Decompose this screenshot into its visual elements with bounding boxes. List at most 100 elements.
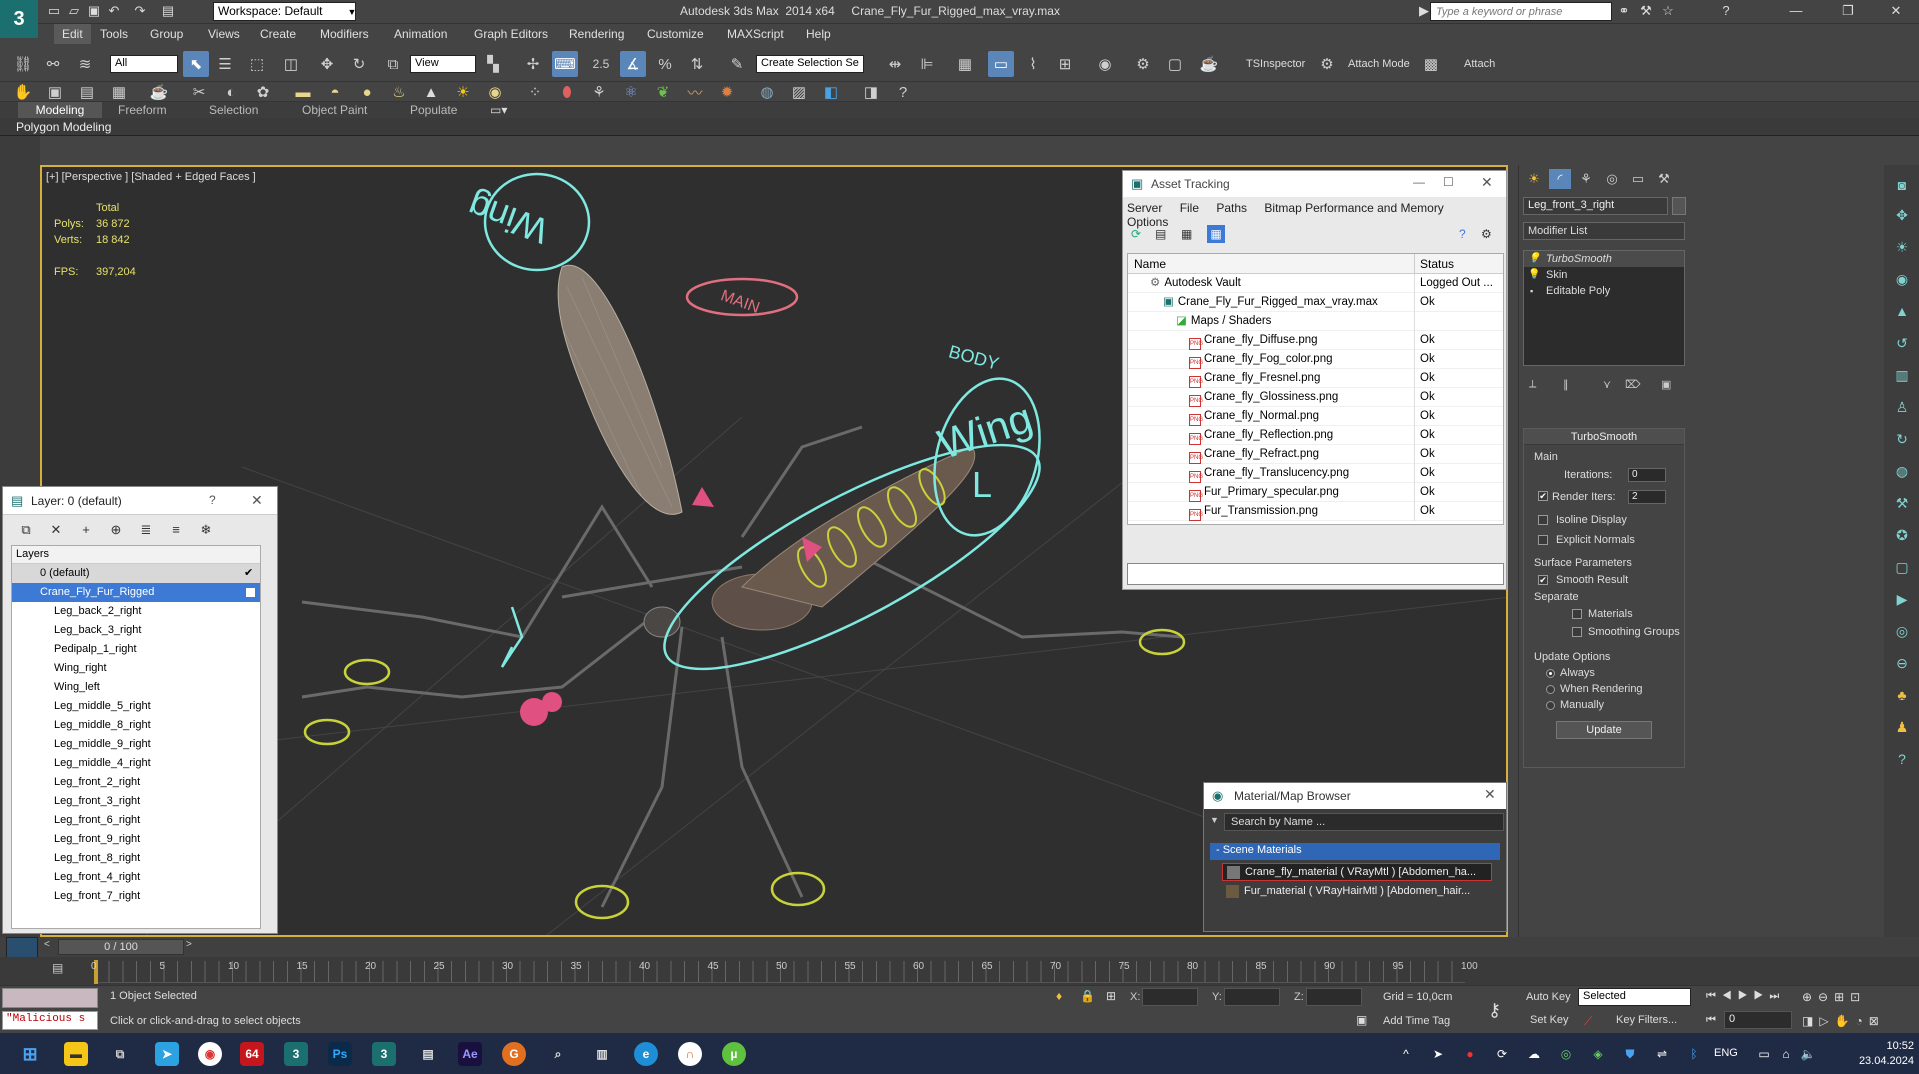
asset-row[interactable]: PNGCrane_fly_Reflection.png Ok bbox=[1128, 426, 1503, 445]
tray-shield-icon[interactable]: ⛊ bbox=[1622, 1046, 1638, 1062]
asset-row[interactable]: PNGCrane_fly_Translucency.png Ok bbox=[1128, 464, 1503, 483]
pan-icon[interactable]: ▲ bbox=[1892, 301, 1912, 321]
tree-icon[interactable]: ♣ bbox=[1892, 685, 1912, 705]
update-button[interactable]: Update bbox=[1556, 721, 1652, 739]
redo-icon[interactable]: ↷ bbox=[132, 3, 148, 19]
layer-child-row[interactable]: ⚙Leg_front_8_right bbox=[12, 849, 260, 868]
transform-icon[interactable]: ✥ bbox=[1892, 205, 1912, 225]
smooth-result-checkbox[interactable]: ✔ bbox=[1538, 575, 1548, 585]
chevron-down-icon[interactable]: ▼ bbox=[344, 4, 360, 20]
options-chevron-icon[interactable]: ▼ bbox=[1210, 815, 1219, 825]
material-editor-icon[interactable]: ◉ bbox=[1092, 51, 1118, 77]
menu-customize[interactable]: Customize bbox=[647, 27, 704, 41]
menu-group[interactable]: Group bbox=[150, 27, 183, 41]
refresh-icon[interactable]: ⟳ bbox=[1131, 227, 1141, 241]
tray-network-icon[interactable]: ⌂ bbox=[1778, 1046, 1794, 1062]
spinner-snap-icon[interactable]: ⇅ bbox=[684, 51, 710, 77]
curve-editor-icon[interactable]: ⌇ bbox=[1020, 51, 1046, 77]
close-icon[interactable]: ✕ bbox=[1481, 174, 1493, 191]
display-tab-icon[interactable]: ▭ bbox=[1627, 169, 1649, 189]
explicit-normals-checkbox[interactable] bbox=[1538, 535, 1548, 545]
key-icon[interactable]: ⚷ bbox=[1488, 1000, 1501, 1021]
3dsmax-active-icon[interactable]: 3 bbox=[372, 1042, 396, 1066]
select-in-layer-icon[interactable]: ⊕ bbox=[107, 521, 125, 539]
menu-file[interactable]: File bbox=[1180, 201, 1199, 215]
new-file-icon[interactable]: ▭ bbox=[46, 3, 62, 19]
maxscript-listener[interactable]: "Malicious s bbox=[2, 1011, 98, 1030]
layer-child-row[interactable]: ⚙Leg_middle_5_right bbox=[12, 697, 260, 716]
layer-row-default[interactable]: ≡0 (default)✔ bbox=[12, 564, 260, 583]
y-coord-input[interactable] bbox=[1224, 988, 1280, 1006]
close-icon[interactable]: ✕ bbox=[251, 492, 263, 509]
layers-column-header[interactable]: Layers bbox=[12, 546, 260, 564]
always-radio[interactable] bbox=[1546, 669, 1555, 678]
layer-child-row[interactable]: ⚙Leg_front_3_right bbox=[12, 792, 260, 811]
menu-edit[interactable]: Edit bbox=[54, 24, 91, 44]
select-object-icon[interactable]: ⬉ bbox=[183, 51, 209, 77]
stack-item-turbosmooth[interactable]: 💡 TurboSmooth bbox=[1524, 251, 1684, 267]
menu-tools[interactable]: Tools bbox=[100, 27, 128, 41]
tab-modeling[interactable]: Modeling bbox=[18, 102, 102, 118]
menu-modifiers[interactable]: Modifiers bbox=[320, 27, 369, 41]
minimize-icon[interactable]: — bbox=[1784, 3, 1808, 19]
telegram-icon[interactable]: ➤ bbox=[155, 1042, 179, 1066]
asset-row[interactable]: PNGFur_Primary_specular.png Ok bbox=[1128, 483, 1503, 502]
show-end-result-icon[interactable]: ∥ bbox=[1563, 378, 1569, 391]
iterations-spinner[interactable]: 0 bbox=[1628, 468, 1666, 482]
window-icon[interactable]: ▢ bbox=[1892, 557, 1912, 577]
open-file-icon[interactable]: ▱ bbox=[66, 3, 82, 19]
layer-child-row[interactable]: ⚙Leg_middle_8_right bbox=[12, 716, 260, 735]
key-mode-icon[interactable]: ⟋ bbox=[1584, 1014, 1592, 1029]
toggle-ribbon-icon[interactable]: ▭ bbox=[988, 51, 1014, 77]
tray-sync-icon[interactable]: ⟳ bbox=[1494, 1046, 1510, 1062]
motion-tab-icon[interactable]: ◎ bbox=[1601, 169, 1623, 189]
col-status[interactable]: Status bbox=[1420, 257, 1454, 271]
expand-icon[interactable]: ▪ bbox=[1530, 283, 1533, 299]
tray-chevron-icon[interactable]: ^ bbox=[1398, 1046, 1414, 1062]
menu-create[interactable]: Create bbox=[260, 27, 296, 41]
stack-item-editable-poly[interactable]: ▪ Editable Poly bbox=[1524, 283, 1684, 299]
figures-icon[interactable]: ♟ bbox=[1892, 717, 1912, 737]
asset-path-field[interactable] bbox=[1127, 563, 1504, 585]
wrench-icon[interactable]: ⚒ bbox=[1892, 493, 1912, 513]
help-view-icon[interactable]: ? bbox=[1892, 749, 1912, 769]
tray-volume-icon[interactable]: 🔈 bbox=[1800, 1046, 1816, 1062]
key-selection-dropdown[interactable]: Selected bbox=[1578, 988, 1691, 1006]
select-by-name-icon[interactable]: ☰ bbox=[212, 51, 238, 77]
rotate-view-icon[interactable]: ↺ bbox=[1892, 333, 1912, 353]
create-tab-icon[interactable]: ☀ bbox=[1523, 169, 1545, 189]
selection-filter-dropdown[interactable]: All bbox=[110, 55, 178, 73]
tray-nvidia-icon[interactable]: ◈ bbox=[1590, 1046, 1606, 1062]
clock-time[interactable]: 10:52 bbox=[1854, 1040, 1914, 1052]
attach-button[interactable]: Attach bbox=[1464, 58, 1495, 70]
after-effects-icon[interactable]: Ae bbox=[458, 1042, 482, 1066]
time-slider[interactable]: < 0 / 100 > bbox=[0, 937, 1919, 985]
ref-coord-dropdown[interactable]: View bbox=[410, 55, 476, 73]
layer-child-row[interactable]: ⚙Leg_front_4_right bbox=[12, 868, 260, 887]
menu-server[interactable]: Server bbox=[1127, 201, 1162, 215]
key-filters-button[interactable]: Key Filters... bbox=[1616, 1014, 1677, 1026]
layer-row-selected[interactable]: ≡Crane_Fly_Fur_Rigged bbox=[12, 583, 260, 602]
app-logo-icon[interactable]: 3 bbox=[0, 0, 38, 38]
asset-row[interactable]: ▣ Crane_Fly_Fur_Rigged_max_vray.max Ok bbox=[1128, 293, 1503, 312]
subscription-icon[interactable]: ⚒ bbox=[1638, 3, 1654, 19]
asset-row[interactable]: PNGCrane_fly_Fresnel.png Ok bbox=[1128, 369, 1503, 388]
time-tag-icon[interactable]: ▣ bbox=[1356, 1013, 1367, 1027]
camera-icon[interactable]: ◙ bbox=[1892, 175, 1912, 195]
table-view-icon[interactable]: ▦ bbox=[1207, 225, 1225, 243]
asset-row[interactable]: PNGFur_Transmission.png Ok bbox=[1128, 502, 1503, 521]
modify-tab-icon[interactable]: ◜ bbox=[1549, 169, 1571, 189]
layer-child-row[interactable]: ⚙Leg_middle_9_right bbox=[12, 735, 260, 754]
render-frame-icon[interactable]: ▢ bbox=[1162, 51, 1188, 77]
edit-named-sets-icon[interactable]: ✎ bbox=[724, 51, 750, 77]
render-iters-checkbox[interactable]: ✔ bbox=[1538, 491, 1548, 501]
schematic-view-icon[interactable]: ⊞ bbox=[1052, 51, 1078, 77]
object-name-field[interactable]: Leg_front_3_right bbox=[1523, 197, 1668, 215]
add-to-layer-icon[interactable]: + bbox=[77, 521, 95, 539]
windows-start-icon[interactable]: ⊞ bbox=[18, 1042, 42, 1066]
render-iters-spinner[interactable]: 2 bbox=[1628, 490, 1666, 504]
percent-snap-icon[interactable]: % bbox=[652, 51, 678, 77]
absolute-mode-icon[interactable]: ⊞ bbox=[1106, 989, 1116, 1003]
task-view-icon[interactable]: ⧉ bbox=[108, 1042, 132, 1066]
maximize-icon[interactable]: ❐ bbox=[1836, 3, 1860, 19]
